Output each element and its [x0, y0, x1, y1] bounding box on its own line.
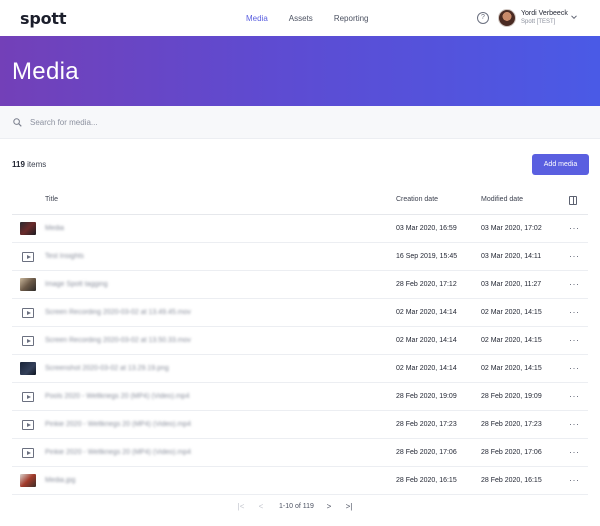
- more-options-icon[interactable]: ···: [569, 335, 580, 345]
- creation-date: 28 Feb 2020, 19:09: [396, 393, 457, 400]
- modified-date: 28 Feb 2020, 17:06: [481, 449, 542, 456]
- more-options-icon[interactable]: ···: [569, 307, 580, 317]
- main-nav: Media Assets Reporting: [246, 0, 390, 36]
- avatar[interactable]: [498, 9, 516, 27]
- add-media-button[interactable]: Add media: [532, 154, 589, 175]
- first-page-button[interactable]: |<: [236, 502, 246, 512]
- more-options-icon[interactable]: ···: [569, 251, 580, 261]
- media-title[interactable]: Pools 2020 - Weltkriegs 20 (MP4) (Video)…: [45, 393, 189, 400]
- creation-date: 03 Mar 2020, 16:59: [396, 225, 457, 232]
- more-options-icon[interactable]: ···: [569, 419, 580, 429]
- table-row[interactable]: Test Insights 16 Sep 2019, 15:45 03 Mar 20…: [12, 243, 588, 271]
- help-icon[interactable]: ?: [477, 12, 489, 24]
- media-title[interactable]: Media.jpg: [45, 477, 75, 484]
- table-row[interactable]: Media.jpg 28 Feb 2020, 16:15 28 Feb 2020, …: [12, 467, 588, 495]
- table-row[interactable]: Screen Recording 2020-03-02 at 13.49.45.…: [12, 299, 588, 327]
- column-header-title[interactable]: Title: [45, 196, 58, 203]
- more-options-icon[interactable]: ···: [569, 475, 580, 485]
- more-options-icon[interactable]: ···: [569, 363, 580, 373]
- creation-date: 16 Sep 2019, 15:45: [396, 253, 458, 260]
- creation-date: 02 Mar 2020, 14:14: [396, 365, 457, 372]
- video-thumbnail-icon: [22, 252, 34, 262]
- media-title[interactable]: Screen Recording 2020-03-02 at 13.50.33.…: [45, 337, 191, 344]
- creation-date: 28 Feb 2020, 17:23: [396, 421, 457, 428]
- video-thumbnail-icon: [22, 420, 34, 430]
- column-header-creation-date[interactable]: Creation date: [396, 196, 438, 203]
- table-row[interactable]: Pools 2020 - Weltkriegs 20 (MP4) (Video)…: [12, 383, 588, 411]
- media-title[interactable]: Image Spott tagging: [45, 281, 108, 288]
- media-title[interactable]: Media: [45, 225, 64, 232]
- image-thumbnail: [20, 222, 36, 235]
- table-row[interactable]: Screenshot 2020-03-02 at 13.29.19.png 02 …: [12, 355, 588, 383]
- nav-item-media[interactable]: Media: [246, 14, 268, 23]
- nav-item-assets[interactable]: Assets: [289, 14, 313, 23]
- creation-date: 28 Feb 2020, 17:12: [396, 281, 457, 288]
- modified-date: 03 Mar 2020, 17:02: [481, 225, 542, 232]
- creation-date: 28 Feb 2020, 17:06: [396, 449, 457, 456]
- more-options-icon[interactable]: ···: [569, 447, 580, 457]
- modified-date: 28 Feb 2020, 19:09: [481, 393, 542, 400]
- more-options-icon[interactable]: ···: [569, 279, 580, 289]
- column-header-modified-date[interactable]: Modified date: [481, 196, 523, 203]
- table-row[interactable]: Pinkie 2020 - Weltkriegs 20 (MP4) (Video…: [12, 439, 588, 467]
- media-title[interactable]: Screen Recording 2020-03-02 at 13.49.45.…: [45, 309, 191, 316]
- last-page-button[interactable]: >|: [344, 502, 354, 512]
- user-menu[interactable]: Yordi Verbeeck Spott [TEST]: [521, 9, 568, 26]
- media-title[interactable]: Screenshot 2020-03-02 at 13.29.19.png: [45, 365, 169, 372]
- modified-date: 02 Mar 2020, 14:15: [481, 337, 542, 344]
- item-count-number: 119: [12, 160, 25, 169]
- more-options-icon[interactable]: ···: [569, 391, 580, 401]
- page-hero-banner: Media: [0, 36, 600, 106]
- modified-date: 03 Mar 2020, 14:11: [481, 253, 542, 260]
- modified-date: 02 Mar 2020, 14:15: [481, 309, 542, 316]
- modified-date: 03 Mar 2020, 11:27: [481, 281, 542, 288]
- video-thumbnail-icon: [22, 392, 34, 402]
- image-thumbnail: [20, 474, 36, 487]
- table-row[interactable]: Pinkie 2020 - Weltkriegs 20 (MP4) (Video…: [12, 411, 588, 439]
- creation-date: 02 Mar 2020, 14:14: [396, 337, 457, 344]
- media-title[interactable]: Test Insights: [45, 253, 84, 260]
- modified-date: 02 Mar 2020, 14:15: [481, 365, 542, 372]
- table-row[interactable]: Image Spott tagging 28 Feb 2020, 17:12 03 …: [12, 271, 588, 299]
- modified-date: 28 Feb 2020, 16:15: [481, 477, 542, 484]
- column-settings-icon[interactable]: [569, 196, 577, 205]
- more-options-icon[interactable]: ···: [569, 223, 580, 233]
- video-thumbnail-icon: [22, 308, 34, 318]
- search-input[interactable]: [30, 114, 570, 131]
- user-organization: Spott [TEST]: [521, 19, 556, 25]
- user-name: Yordi Verbeeck: [521, 10, 568, 17]
- search-icon: [13, 118, 22, 127]
- pagination-range: 1-10 of 119: [279, 503, 314, 510]
- media-title[interactable]: Pinkie 2020 - Weltkriegs 20 (MP4) (Video…: [45, 421, 191, 428]
- media-title[interactable]: Pinkie 2020 - Weltkriegs 20 (MP4) (Video…: [45, 449, 191, 456]
- table-row[interactable]: Screen Recording 2020-03-02 at 13.50.33.…: [12, 327, 588, 355]
- next-page-button[interactable]: >: [324, 502, 334, 512]
- video-thumbnail-icon: [22, 336, 34, 346]
- chevron-down-icon[interactable]: [571, 14, 577, 20]
- creation-date: 28 Feb 2020, 16:15: [396, 477, 457, 484]
- item-count: 119 items: [12, 160, 46, 169]
- video-thumbnail-icon: [22, 448, 34, 458]
- creation-date: 02 Mar 2020, 14:14: [396, 309, 457, 316]
- nav-item-reporting[interactable]: Reporting: [334, 14, 369, 23]
- table-row[interactable]: Media 03 Mar 2020, 16:59 03 Mar 2020, 17:0…: [12, 215, 588, 243]
- previous-page-button[interactable]: <: [256, 502, 266, 512]
- item-count-label: items: [24, 160, 47, 169]
- image-thumbnail: [20, 278, 36, 291]
- app-logo[interactable]: spott: [20, 9, 66, 28]
- image-thumbnail: [20, 362, 36, 375]
- page-title: Media: [12, 58, 79, 85]
- modified-date: 28 Feb 2020, 17:23: [481, 421, 542, 428]
